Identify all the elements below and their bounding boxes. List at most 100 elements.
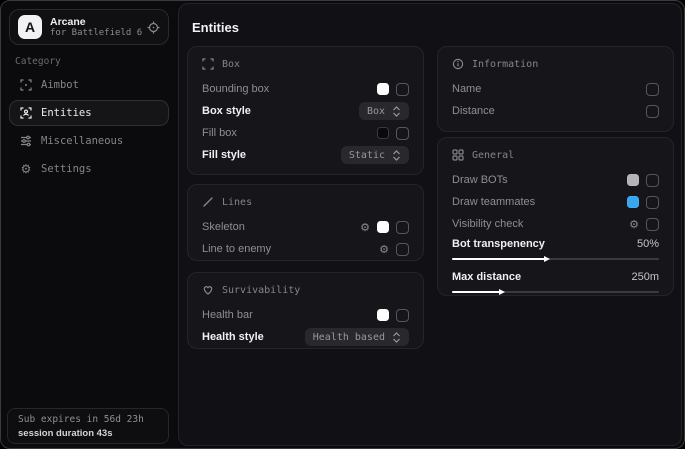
- row-label: Bounding box: [202, 83, 269, 95]
- crosshair-icon: [20, 79, 32, 91]
- setting-row-skeleton: Skeleton ⚙: [202, 216, 409, 238]
- sidebar-item-label: Miscellaneous: [41, 135, 123, 147]
- slider-label: Max distance: [452, 271, 521, 283]
- color-swatch[interactable]: [377, 309, 389, 321]
- slider-fill: [452, 258, 545, 260]
- distance-checkbox[interactable]: [646, 105, 659, 118]
- color-swatch[interactable]: [627, 174, 639, 186]
- category-label: Category: [15, 56, 61, 67]
- box-style-dropdown[interactable]: Box: [359, 102, 409, 120]
- row-label: Fill style: [202, 149, 246, 161]
- max-distance-slider-block: Max distance 250m: [452, 269, 659, 293]
- slider-fill: [452, 291, 500, 293]
- sliders-icon: [20, 135, 32, 147]
- slider-value: 250m: [631, 271, 659, 283]
- target-icon[interactable]: [147, 21, 160, 34]
- entities-icon: [20, 107, 32, 119]
- sidebar: A Arcane for Battlefield 6 Category: [1, 1, 178, 448]
- bot-transparency-slider-block: Bot transpenency 50%: [452, 236, 659, 260]
- row-label: Health style: [202, 331, 264, 343]
- skeleton-checkbox[interactable]: [396, 221, 409, 234]
- row-label: Fill box: [202, 127, 237, 139]
- bounding-box-checkbox[interactable]: [396, 83, 409, 96]
- max-distance-slider[interactable]: [452, 291, 659, 293]
- row-label: Line to enemy: [202, 243, 271, 255]
- setting-row-line-to-enemy: Line to enemy ⚙: [202, 238, 409, 260]
- setting-row-fill-box: Fill box: [202, 122, 409, 144]
- row-label: Visibility check: [452, 218, 523, 230]
- subscription-expiry: Sub expires in 56d 23h: [18, 413, 158, 427]
- setting-row-health-style: Health style Health based: [202, 326, 409, 348]
- line-to-enemy-checkbox[interactable]: [396, 243, 409, 256]
- setting-row-draw-teammates: Draw teammates: [452, 191, 659, 213]
- draw-bots-checkbox[interactable]: [646, 174, 659, 187]
- info-icon: [452, 58, 464, 70]
- app-subtitle: for Battlefield 6: [50, 28, 147, 39]
- setting-row-bounding-box: Bounding box: [202, 78, 409, 100]
- color-swatch[interactable]: [377, 221, 389, 233]
- sidebar-item-settings[interactable]: ⚙ Settings: [9, 156, 169, 182]
- panel-title: Box: [222, 59, 240, 70]
- sidebar-item-entities[interactable]: Entities: [9, 100, 169, 126]
- setting-row-health-bar: Health bar: [202, 304, 409, 326]
- unfold-icon: [392, 332, 401, 343]
- row-label: Distance: [452, 105, 495, 117]
- row-label: Name: [452, 83, 481, 95]
- app-logo: A: [18, 15, 42, 39]
- sidebar-item-label: Aimbot: [41, 79, 79, 91]
- app-name: Arcane: [50, 16, 147, 28]
- setting-row-distance: Distance: [452, 100, 659, 122]
- subscription-info-card: Sub expires in 56d 23h session duration …: [7, 408, 169, 444]
- visibility-check-checkbox[interactable]: [646, 218, 659, 231]
- panel-title: Lines: [222, 197, 252, 208]
- fill-style-dropdown[interactable]: Static: [341, 146, 409, 164]
- panel-box: Box Bounding box Box style Box: [187, 46, 424, 175]
- panel-title: Survivability: [222, 285, 300, 296]
- gear-icon[interactable]: ⚙: [629, 219, 639, 230]
- panel-general: General Draw BOTs Draw teammates Visibil…: [437, 137, 674, 296]
- panel-title: General: [472, 150, 514, 161]
- dropdown-value: Static: [349, 150, 385, 161]
- gear-icon: ⚙: [20, 163, 32, 175]
- panel-lines: Lines Skeleton ⚙ Line to enemy ⚙: [187, 184, 424, 261]
- sidebar-item-aimbot[interactable]: Aimbot: [9, 72, 169, 98]
- fill-box-checkbox[interactable]: [396, 127, 409, 140]
- gear-icon[interactable]: ⚙: [379, 244, 389, 255]
- unfold-icon: [392, 106, 401, 117]
- setting-row-box-style: Box style Box: [202, 100, 409, 122]
- panel-survivability: Survivability Health bar Health style He…: [187, 272, 424, 349]
- bot-transparency-slider[interactable]: [452, 258, 659, 260]
- line-icon: [202, 196, 214, 208]
- main-content: Entities Box Bounding box Box style: [178, 3, 682, 446]
- app-window: A Arcane for Battlefield 6 Category: [0, 0, 685, 449]
- color-swatch[interactable]: [377, 127, 389, 139]
- unfold-icon: [392, 150, 401, 161]
- row-label: Health bar: [202, 309, 253, 321]
- heart-icon: [202, 284, 214, 296]
- setting-row-fill-style: Fill style Static: [202, 144, 409, 166]
- name-checkbox[interactable]: [646, 83, 659, 96]
- setting-row-draw-bots: Draw BOTs: [452, 169, 659, 191]
- session-duration: session duration 43s: [18, 427, 158, 440]
- setting-row-name: Name: [452, 78, 659, 100]
- page-title: Entities: [192, 20, 239, 35]
- row-label: Draw BOTs: [452, 174, 508, 186]
- row-label: Skeleton: [202, 221, 245, 233]
- panel-information: Information Name Distance: [437, 46, 674, 132]
- sidebar-item-label: Settings: [41, 163, 92, 175]
- gear-icon[interactable]: ⚙: [360, 222, 370, 233]
- dropdown-value: Box: [367, 106, 385, 117]
- draw-teammates-checkbox[interactable]: [646, 196, 659, 209]
- setting-row-visibility-check: Visibility check ⚙: [452, 213, 659, 235]
- color-swatch[interactable]: [627, 196, 639, 208]
- app-logo-card: A Arcane for Battlefield 6: [9, 9, 169, 45]
- grid-icon: [452, 149, 464, 161]
- sidebar-item-label: Entities: [41, 107, 92, 119]
- health-style-dropdown[interactable]: Health based: [305, 328, 409, 346]
- box-corners-icon: [202, 58, 214, 70]
- panel-title: Information: [472, 59, 538, 70]
- color-swatch[interactable]: [377, 83, 389, 95]
- sidebar-item-miscellaneous[interactable]: Miscellaneous: [9, 128, 169, 154]
- slider-value: 50%: [637, 238, 659, 250]
- health-bar-checkbox[interactable]: [396, 309, 409, 322]
